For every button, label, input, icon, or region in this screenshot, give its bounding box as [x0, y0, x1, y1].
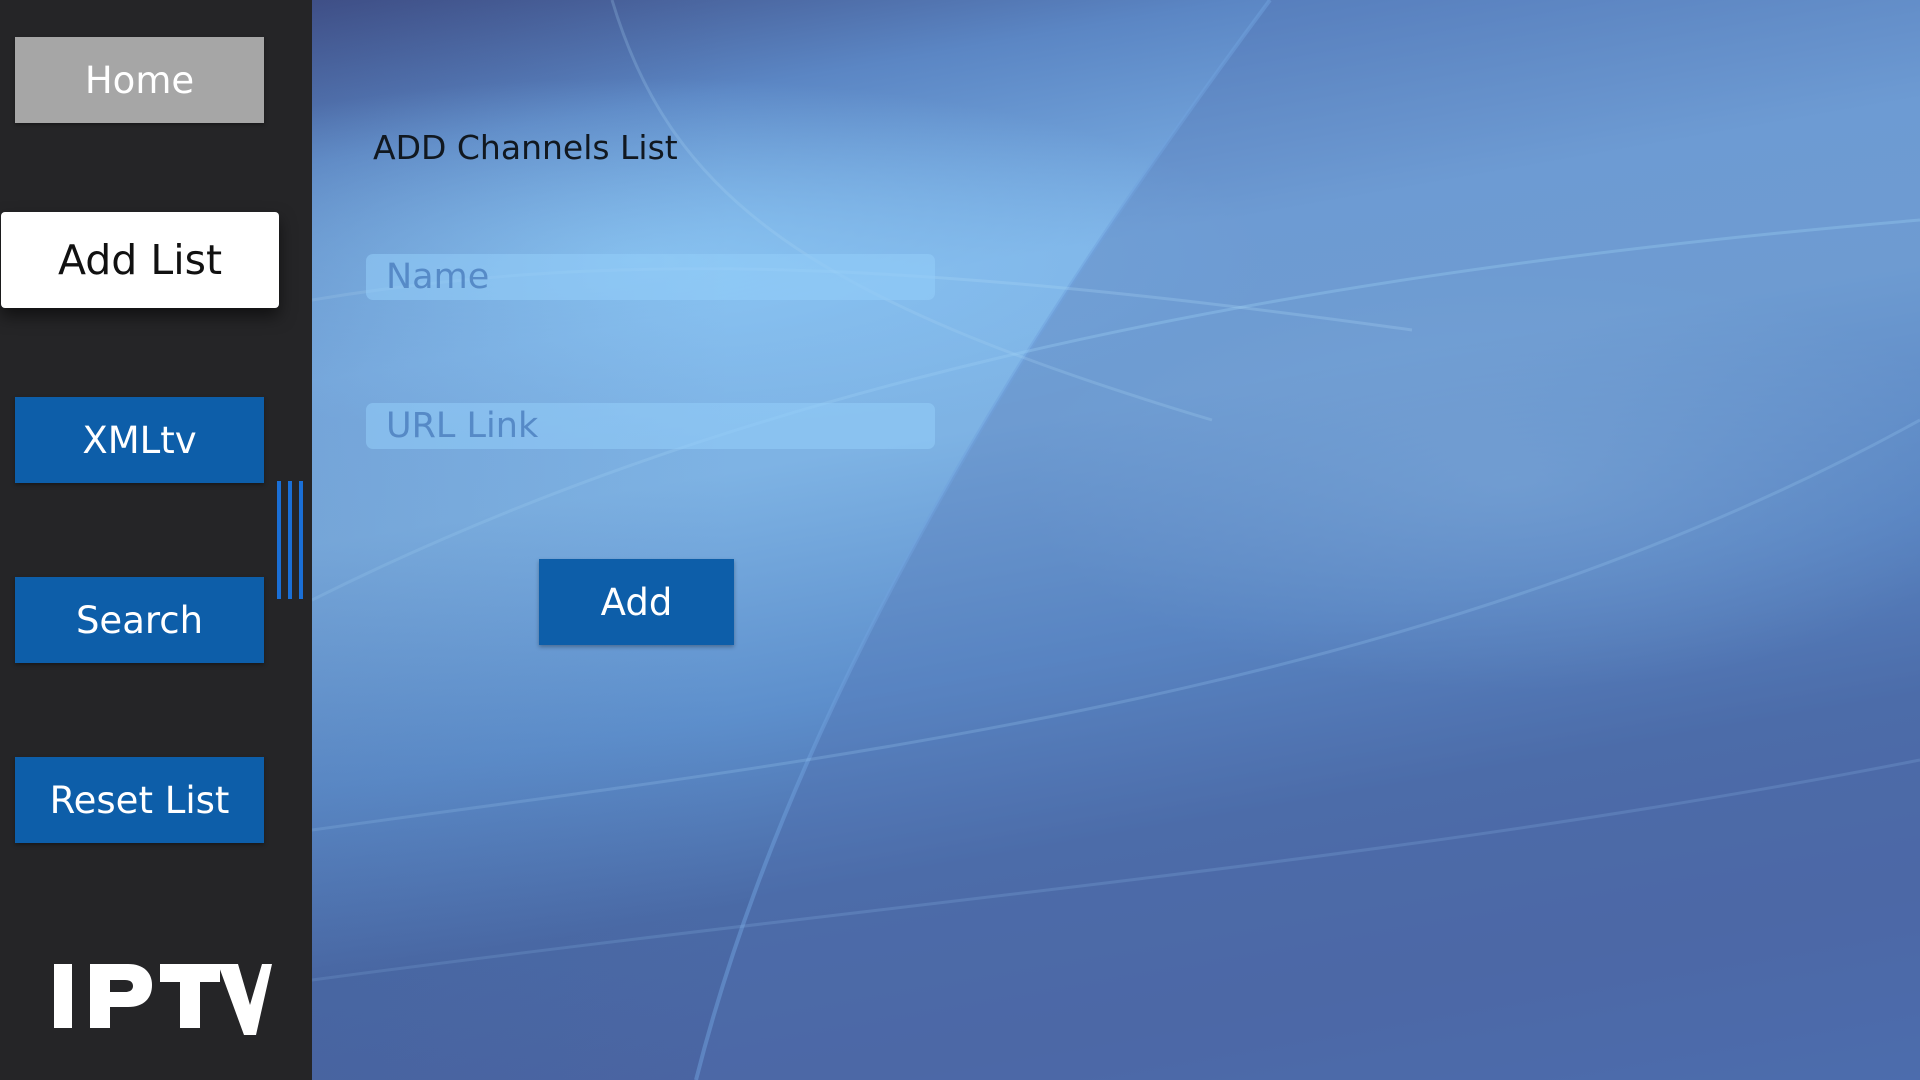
reset-list-button[interactable]: Reset List [15, 757, 264, 843]
app-window: Home Add List XMLtv Search Reset List AD… [0, 0, 1920, 1080]
add-list-button[interactable]: Add List [1, 212, 279, 308]
url-link-input[interactable] [366, 403, 935, 449]
xmltv-button[interactable]: XMLtv [15, 397, 264, 483]
name-input[interactable] [366, 254, 935, 300]
sidebar: Home Add List XMLtv Search Reset List [0, 0, 312, 1080]
search-button[interactable]: Search [15, 577, 264, 663]
handle-bar [288, 481, 292, 599]
iptv-logo [52, 955, 272, 1037]
drag-handle-icon[interactable] [275, 481, 305, 599]
handle-bar [277, 481, 281, 599]
home-button[interactable]: Home [15, 37, 264, 123]
iptv-logo-graphic [54, 964, 272, 1035]
add-button[interactable]: Add [539, 559, 734, 645]
page-title: ADD Channels List [373, 128, 678, 167]
handle-bar [299, 481, 303, 599]
